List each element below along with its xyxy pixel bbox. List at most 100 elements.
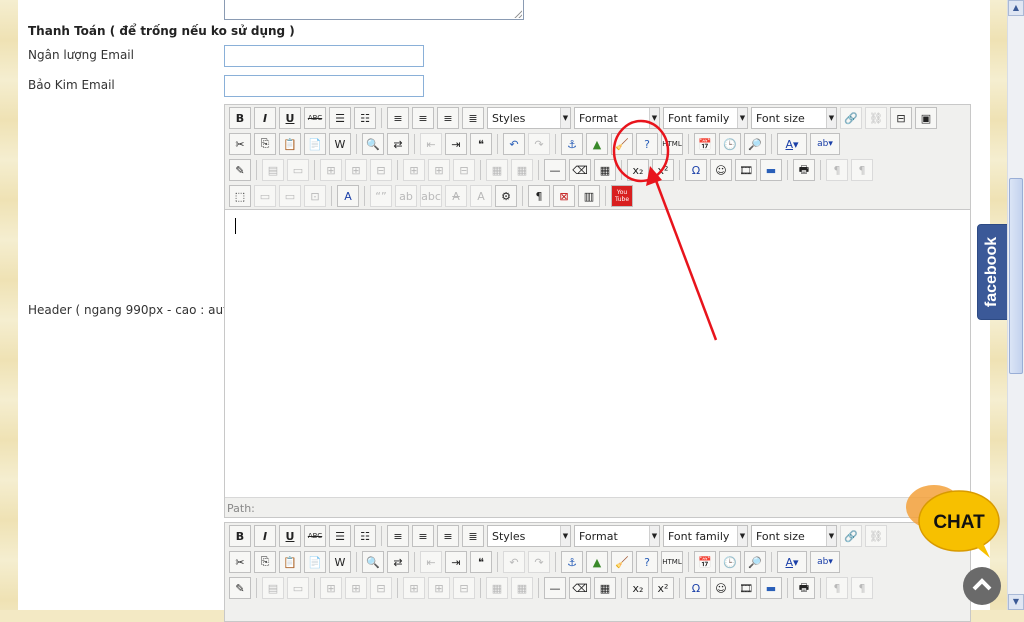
visual-aid-button[interactable]: ▦ <box>594 159 616 181</box>
format-select[interactable]: Format ▼ <box>574 107 660 129</box>
insert-layer-button[interactable]: ▤ <box>262 159 284 181</box>
editor-content-area[interactable] <box>225 209 970 497</box>
underline-button[interactable]: U <box>279 107 301 129</box>
numbered-list-button[interactable]: ☷ <box>354 107 376 129</box>
del-button[interactable]: A <box>445 185 467 207</box>
subscript-button[interactable]: x₂ <box>627 159 649 181</box>
media-button[interactable]: 🎞 <box>735 577 757 599</box>
link-button[interactable]: 🔗 <box>840 107 862 129</box>
back-to-top-button[interactable] <box>963 567 1001 605</box>
format-select[interactable]: Format ▼ <box>574 525 660 547</box>
page-break-button[interactable]: ⊟ <box>890 107 912 129</box>
insert-image-button[interactable]: ▲ <box>586 551 608 573</box>
special-char-button[interactable]: Ω <box>685 159 707 181</box>
horizontal-rule-button[interactable]: — <box>544 159 566 181</box>
unlink-button[interactable]: ⛓ <box>865 525 887 547</box>
paste-word-button[interactable]: W <box>329 133 351 155</box>
outdent-button[interactable]: ⇤ <box>420 133 442 155</box>
cleanup-button[interactable]: 🧹 <box>611 133 633 155</box>
bullet-list-button[interactable]: ☰ <box>329 525 351 547</box>
absolute-button[interactable]: ▭ <box>287 577 309 599</box>
indent-button[interactable]: ⇥ <box>445 551 467 573</box>
paste-word-button[interactable]: W <box>329 551 351 573</box>
edit-css-button[interactable]: ✎ <box>229 577 251 599</box>
paste-button[interactable]: 📋 <box>279 551 301 573</box>
align-left-button[interactable]: ≡ <box>387 107 409 129</box>
strikethrough-button[interactable]: ABC <box>304 107 326 129</box>
row-after-button[interactable]: ⊞ <box>345 159 367 181</box>
undo-button[interactable]: ↶ <box>503 133 525 155</box>
print-button[interactable]: 🖶 <box>793 159 815 181</box>
background-color-button[interactable]: ab▾ <box>810 133 840 155</box>
paste-text-button[interactable]: 📄 <box>304 133 326 155</box>
visual-aid-button[interactable]: ▦ <box>594 577 616 599</box>
merge-cells-button[interactable]: ▦ <box>511 159 533 181</box>
font-size-select[interactable]: Font size ▼ <box>751 107 837 129</box>
styles-select[interactable]: Styles ▼ <box>487 107 571 129</box>
facebook-side-tab[interactable]: facebook <box>977 224 1008 320</box>
delete-row-button[interactable]: ⊟ <box>370 159 392 181</box>
anchor-button[interactable]: ⚓ <box>561 551 583 573</box>
paste-button[interactable]: 📋 <box>279 133 301 155</box>
split-cells-button[interactable]: ▦ <box>486 159 508 181</box>
cleanup-button[interactable]: 🧹 <box>611 551 633 573</box>
col-before-button[interactable]: ⊞ <box>403 577 425 599</box>
align-justify-button[interactable]: ≣ <box>462 525 484 547</box>
delete-col-button[interactable]: ⊟ <box>453 577 475 599</box>
rtl-button[interactable]: ¶ <box>851 577 873 599</box>
styles-select[interactable]: Styles ▼ <box>487 525 571 547</box>
background-color-button[interactable]: ab▾ <box>810 551 840 573</box>
insert-time-button[interactable]: 🕒 <box>719 551 741 573</box>
indent-button[interactable]: ⇥ <box>445 133 467 155</box>
align-center-button[interactable]: ≡ <box>412 525 434 547</box>
link-button[interactable]: 🔗 <box>840 525 862 547</box>
cut-button[interactable]: ✂ <box>229 551 251 573</box>
advanced-hr-button[interactable]: ▬ <box>760 159 782 181</box>
nganluong-email-input[interactable] <box>224 45 424 67</box>
paste-text-button[interactable]: 📄 <box>304 551 326 573</box>
cut-button[interactable]: ✂ <box>229 133 251 155</box>
media-button[interactable]: 🎞 <box>735 159 757 181</box>
col-before-button[interactable]: ⊞ <box>403 159 425 181</box>
help-button[interactable]: ? <box>636 551 658 573</box>
delete-row-button[interactable]: ⊟ <box>370 577 392 599</box>
remove-format-button[interactable]: ⌫ <box>569 577 591 599</box>
print-button[interactable]: 🖶 <box>793 577 815 599</box>
attribs-button[interactable]: ⚙ <box>495 185 517 207</box>
unlink-button[interactable]: ⛓ <box>865 107 887 129</box>
page-scrollbar[interactable]: ▲ ▼ <box>1007 0 1024 610</box>
copy-button[interactable]: ⎘ <box>254 133 276 155</box>
blockquote-button[interactable]: ❝ <box>470 133 492 155</box>
underline-button[interactable]: U <box>279 525 301 547</box>
insert-layer-box-button[interactable]: ⬚ <box>229 185 251 207</box>
col-after-button[interactable]: ⊞ <box>428 159 450 181</box>
html-source-button[interactable]: HTML <box>661 133 683 155</box>
ltr-button[interactable]: ¶ <box>826 159 848 181</box>
superscript-button[interactable]: x² <box>652 159 674 181</box>
nonbreaking-button[interactable]: ⊠ <box>553 185 575 207</box>
edit-css-button[interactable]: ✎ <box>229 159 251 181</box>
merge-cells-button[interactable]: ▦ <box>511 577 533 599</box>
redo-button[interactable]: ↷ <box>528 133 550 155</box>
replace-button[interactable]: ⇄ <box>387 133 409 155</box>
font-size-select[interactable]: Font size ▼ <box>751 525 837 547</box>
italic-button[interactable]: I <box>254 525 276 547</box>
find-button[interactable]: 🔍 <box>362 133 384 155</box>
insert-date-button[interactable]: 📅 <box>694 551 716 573</box>
previous-textarea[interactable] <box>224 0 524 20</box>
strikethrough-button[interactable]: ABC <box>304 525 326 547</box>
advanced-hr-button[interactable]: ▬ <box>760 577 782 599</box>
rtl-button[interactable]: ¶ <box>851 159 873 181</box>
row-after-button[interactable]: ⊞ <box>345 577 367 599</box>
insert-date-button[interactable]: 📅 <box>694 133 716 155</box>
preview-button[interactable]: 🔎 <box>744 551 766 573</box>
align-justify-button[interactable]: ≣ <box>462 107 484 129</box>
redo-button[interactable]: ↷ <box>528 551 550 573</box>
delete-col-button[interactable]: ⊟ <box>453 159 475 181</box>
col-after-button[interactable]: ⊞ <box>428 577 450 599</box>
text-color-button[interactable]: A ▾ <box>777 133 807 155</box>
emoticon-button[interactable]: ☺ <box>710 577 732 599</box>
acronym-button[interactable]: abc <box>420 185 442 207</box>
align-right-button[interactable]: ≡ <box>437 107 459 129</box>
styleprops-button[interactable]: A <box>337 185 359 207</box>
